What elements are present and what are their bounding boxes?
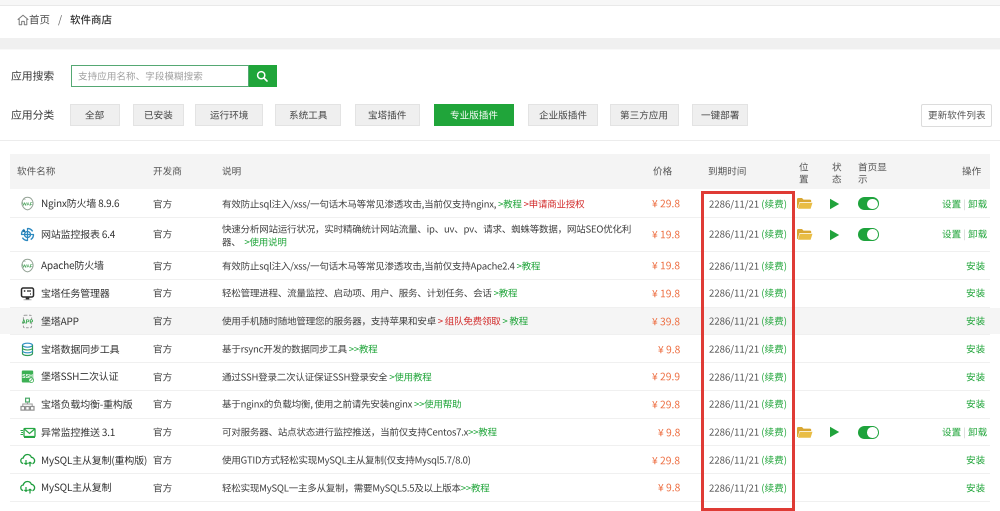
svg-text:APP: APP [21, 319, 33, 325]
svg-text:WAF: WAF [22, 264, 32, 269]
svg-text:WAF: WAF [22, 202, 32, 207]
